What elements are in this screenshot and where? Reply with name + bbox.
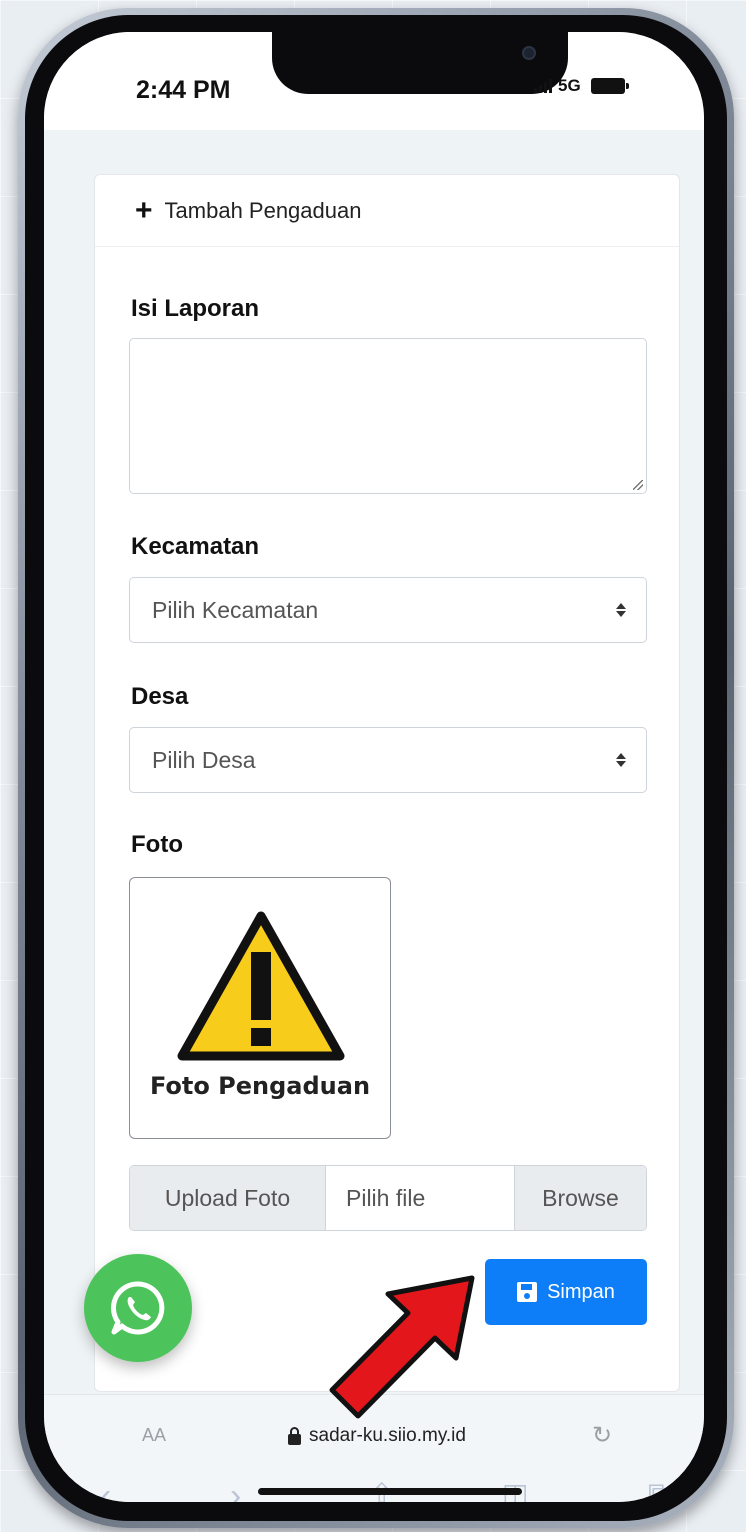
home-indicator [258, 1488, 522, 1495]
district-selected-value: Pilih Kecamatan [152, 596, 319, 623]
tabs-icon[interactable]: ⧉ [648, 1477, 668, 1502]
card-title: Tambah Pengaduan [164, 197, 362, 223]
whatsapp-icon [110, 1281, 165, 1335]
district-select[interactable]: Pilih Kecamatan [129, 577, 647, 643]
battery-icon [590, 78, 629, 94]
status-indicators: 5G [534, 76, 629, 96]
camera-icon [522, 46, 536, 60]
file-name-field[interactable]: Pilih file [326, 1166, 514, 1230]
forward-icon[interactable]: › [230, 1477, 241, 1502]
photo-placeholder-caption: Foto Pengaduan [149, 1072, 371, 1100]
village-select[interactable]: Pilih Desa [129, 727, 647, 793]
plus-icon: + [135, 193, 153, 227]
village-selected-value: Pilih Desa [152, 746, 256, 773]
notch [272, 32, 568, 94]
card-header: + Tambah Pengaduan [95, 175, 679, 247]
save-button-label: Simpan [547, 1280, 615, 1303]
back-icon[interactable]: ‹ [100, 1477, 111, 1502]
lock-icon [288, 1426, 301, 1445]
status-time: 2:44 PM [136, 76, 231, 104]
signal-icon [534, 79, 552, 93]
sort-arrow-icon [616, 753, 626, 767]
photo-preview: Foto Pengaduan [129, 877, 391, 1139]
upload-label: Upload Foto [130, 1166, 326, 1230]
photo-upload-input[interactable]: Upload Foto Pilih file Browse [129, 1165, 647, 1231]
red-arrow-annotation [329, 1275, 475, 1419]
browse-button[interactable]: Browse [514, 1166, 646, 1230]
floppy-disk-icon [517, 1282, 538, 1302]
whatsapp-button[interactable] [84, 1254, 192, 1362]
district-label: Kecamatan [131, 533, 260, 560]
photo-label: Foto [131, 831, 183, 858]
village-label: Desa [131, 683, 189, 710]
report-textarea[interactable] [129, 338, 647, 494]
network-label: 5G [558, 76, 581, 95]
sort-arrow-icon [616, 603, 626, 617]
status-bar: 2:44 PM 5G [44, 32, 704, 130]
warning-icon [177, 911, 345, 1061]
complaint-form-card: + Tambah Pengaduan Isi Laporan Kecamatan… [94, 174, 680, 1392]
report-label: Isi Laporan [131, 295, 260, 322]
resize-icon[interactable] [633, 480, 643, 490]
reader-aa-button[interactable]: AA [142, 1425, 166, 1446]
reload-icon[interactable]: ↻ [592, 1421, 612, 1450]
